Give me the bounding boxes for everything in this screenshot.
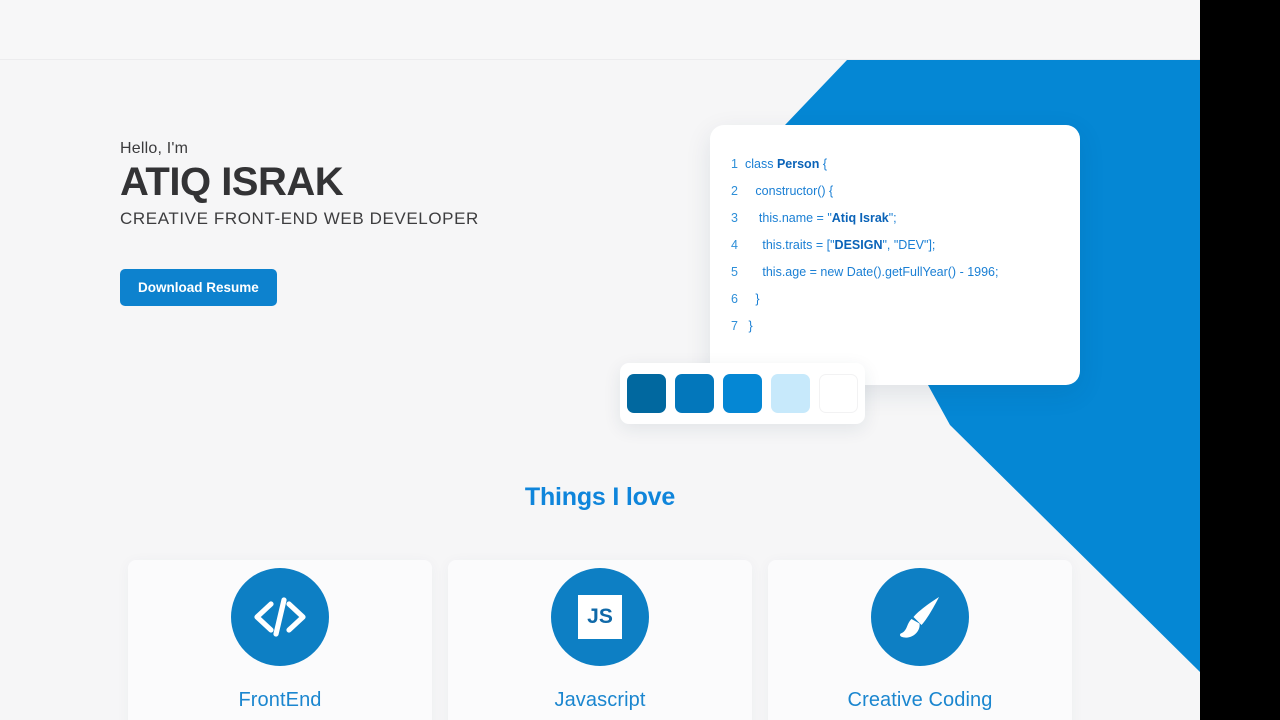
code-snippet-card: 1 class Person { 2 constructor() { 3 this… bbox=[710, 125, 1080, 385]
things-i-love-heading: Things I love bbox=[524, 483, 676, 511]
javascript-icon-text: JS bbox=[578, 595, 622, 639]
feature-label: FrontEnd bbox=[238, 689, 322, 711]
code-line: 2 constructor() { bbox=[710, 178, 1080, 205]
code-line-number: 2 bbox=[731, 184, 738, 198]
feature-card-javascript[interactable]: JS Javascript bbox=[448, 560, 752, 720]
code-line-text: } bbox=[745, 292, 760, 306]
feature-label: Creative Coding bbox=[847, 689, 993, 711]
code-line: 1 class Person { bbox=[710, 151, 1080, 178]
feature-card-frontend[interactable]: FrontEnd bbox=[128, 560, 432, 720]
code-line: 4 this.traits = [" DESIGN ", "DEV"]; bbox=[710, 232, 1080, 259]
code-line-number: 4 bbox=[731, 238, 738, 252]
code-line: 5 this.age = new Date().getFullYear() - … bbox=[710, 259, 1080, 286]
hero-greeting: Hello, I'm bbox=[120, 140, 189, 157]
code-line-number: 1 bbox=[731, 157, 738, 171]
code-line-text: } bbox=[745, 319, 753, 333]
code-icon bbox=[231, 568, 329, 666]
code-keyword: Person bbox=[776, 157, 820, 171]
code-line-text: class bbox=[745, 157, 777, 171]
paintbrush-icon bbox=[871, 568, 969, 666]
navbar-inner bbox=[0, 0, 1200, 59]
top-navbar bbox=[0, 0, 1200, 60]
hero-text-block: Hello, I'm ATIQ ISRAK CREATIVE FRONT-END… bbox=[120, 140, 680, 307]
code-line-tail: ", "DEV"]; bbox=[882, 238, 936, 252]
code-line: 3 this.name = " Atiq Israk "; bbox=[710, 205, 1080, 232]
code-keyword: Atiq Israk bbox=[831, 211, 889, 225]
feature-label: Javascript bbox=[554, 689, 646, 711]
feature-card-creative-coding[interactable]: Creative Coding bbox=[768, 560, 1072, 720]
code-line-text: this.name = " bbox=[745, 211, 832, 225]
code-line-number: 5 bbox=[731, 265, 738, 279]
swatch-white[interactable] bbox=[819, 374, 858, 413]
color-palette-card bbox=[620, 363, 865, 424]
javascript-icon: JS bbox=[551, 568, 649, 666]
feature-card-list: FrontEnd JS Javascript Creative Coding bbox=[128, 560, 1072, 720]
paintbrush-icon-glyph bbox=[900, 597, 939, 638]
code-line-number: 7 bbox=[731, 319, 738, 333]
code-line-tail: "; bbox=[888, 211, 897, 225]
code-line-text: this.age = new Date().getFullYear() - 19… bbox=[745, 265, 999, 279]
code-line-text: this.traits = [" bbox=[745, 238, 835, 252]
code-line: 7 } bbox=[710, 313, 1080, 340]
code-line-tail: { bbox=[819, 157, 827, 171]
code-icon-glyph bbox=[254, 597, 306, 637]
swatch-light-blue[interactable] bbox=[771, 374, 810, 413]
hero-tagline: CREATIVE FRONT-END WEB DEVELOPER bbox=[120, 208, 479, 228]
download-resume-button[interactable]: Download Resume bbox=[120, 268, 277, 307]
code-line-number: 6 bbox=[731, 292, 738, 306]
code-keyword: DESIGN bbox=[834, 238, 883, 252]
page-title: ATIQ ISRAK bbox=[120, 160, 344, 204]
code-line-number: 3 bbox=[731, 211, 738, 225]
page-canvas: Hello, I'm ATIQ ISRAK CREATIVE FRONT-END… bbox=[0, 0, 1200, 720]
swatch-blue[interactable] bbox=[675, 374, 714, 413]
code-line: 6 } bbox=[710, 286, 1080, 313]
swatch-dark-blue[interactable] bbox=[627, 374, 666, 413]
code-line-text: constructor() { bbox=[745, 184, 834, 198]
swatch-bright-blue[interactable] bbox=[723, 374, 762, 413]
